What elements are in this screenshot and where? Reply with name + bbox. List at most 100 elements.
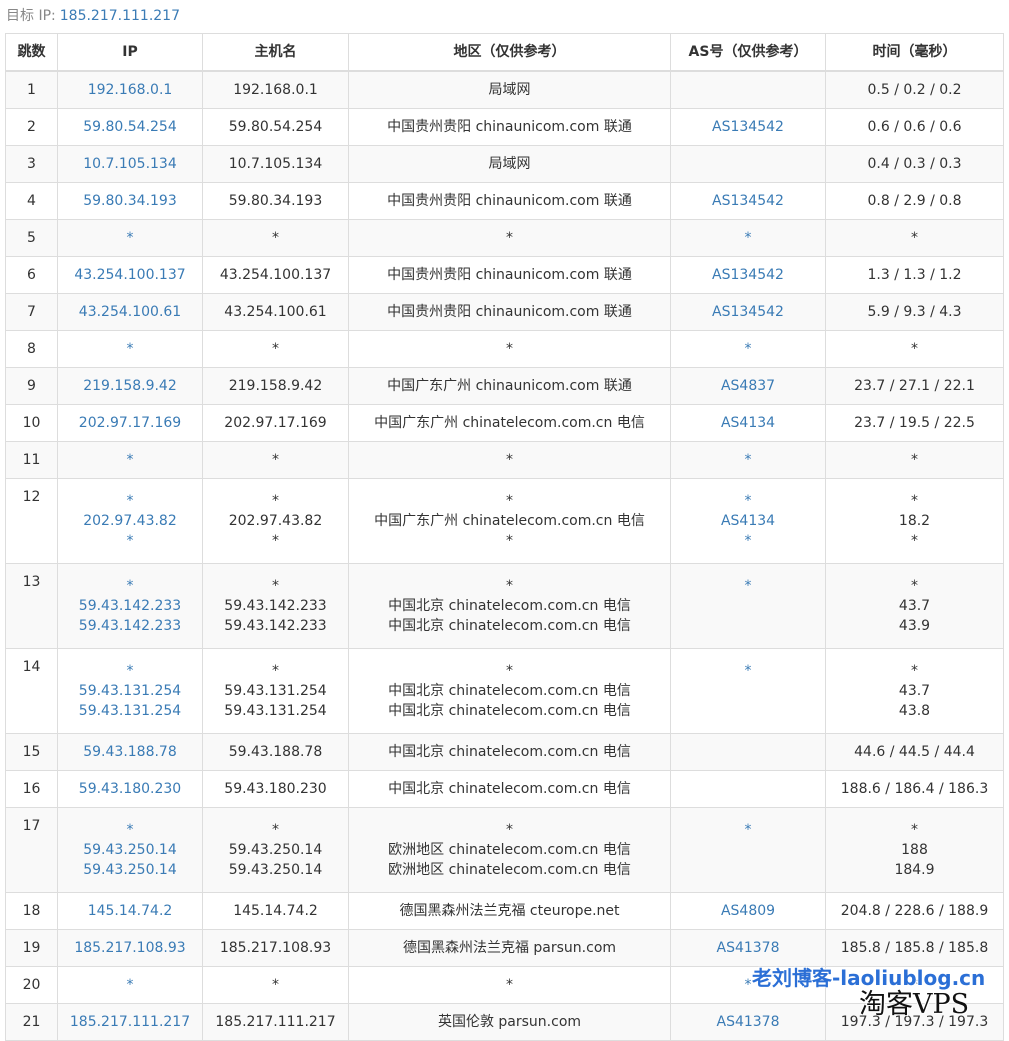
ip-cell: * 59.43.250.14 59.43.250.14 — [57, 807, 203, 893]
as-cell: * — [670, 441, 826, 479]
as-cell: AS41378 — [670, 929, 826, 967]
ip-link: * — [126, 452, 134, 468]
time-text: 23.7 / 19.5 / 22.5 — [854, 415, 975, 431]
ip-link[interactable]: 185.217.111.217 — [58, 1012, 202, 1032]
region-text: * — [506, 977, 513, 993]
region-text: * — [506, 533, 513, 549]
ip-link[interactable]: 10.7.105.134 — [58, 154, 202, 174]
ip-link[interactable]: 202.97.43.82 — [58, 511, 202, 531]
ip-link[interactable]: 59.43.142.233 — [58, 596, 202, 616]
hop-number-cell: 6 — [5, 256, 58, 294]
ip-cell: * — [57, 219, 203, 257]
as-link: * — [744, 663, 752, 679]
time-text: * — [911, 533, 918, 549]
ip-cell: 59.80.34.193 — [57, 182, 203, 220]
time-text: 43.7 — [898, 598, 931, 614]
ip-link[interactable]: 59.80.34.193 — [58, 191, 202, 211]
hostname-text: 59.43.188.78 — [228, 744, 323, 760]
ip-link: * — [126, 533, 134, 549]
as-link[interactable]: AS41378 — [671, 1012, 825, 1032]
ip-link[interactable]: 219.158.9.42 — [58, 376, 202, 396]
table-row: 13 * 59.43.142.233 59.43.142.233 * 59.43.142.… — [5, 563, 1004, 649]
ip-link: * — [126, 663, 134, 679]
region-text: 中国北京 chinatelecom.com.cn 电信 — [388, 618, 631, 634]
ip-link[interactable]: 202.97.17.169 — [58, 413, 202, 433]
hostname-text: 59.80.54.254 — [228, 119, 323, 135]
as-cell: * AS4134 * — [670, 478, 826, 564]
time-cell: * 18.2 * — [825, 478, 1004, 564]
hostname-text: 59.43.131.254 — [224, 683, 327, 699]
as-link[interactable]: AS4134 — [671, 413, 825, 433]
as-link[interactable]: AS4134 — [671, 511, 825, 531]
ip-link[interactable]: 59.43.250.14 — [58, 860, 202, 880]
time-text: 5.9 / 9.3 / 4.3 — [867, 304, 962, 320]
as-link[interactable]: AS41378 — [671, 938, 825, 958]
region-cell: 中国贵州贵阳 chinaunicom.com 联通 — [348, 293, 671, 331]
as-cell: * — [670, 807, 826, 893]
as-link: * — [744, 341, 752, 357]
ip-link[interactable]: 59.43.131.254 — [58, 681, 202, 701]
region-cell: 局域网 — [348, 70, 671, 109]
table-row: 14 * 59.43.131.254 59.43.131.254 * 59.43.131.… — [5, 648, 1004, 734]
table-row: 12 * 202.97.43.82 * * 202.97.43.82 * * 中国广东广州 ch… — [5, 478, 1004, 564]
ip-link[interactable]: 192.168.0.1 — [58, 80, 202, 100]
ip-link[interactable]: 43.254.100.61 — [58, 302, 202, 322]
table-row: 2 59.80.54.254 59.80.54.254 中国贵州贵阳 chinauni… — [5, 108, 1004, 146]
as-link[interactable]: AS134542 — [671, 302, 825, 322]
column-header-hostname: 主机名 — [202, 33, 349, 72]
hostname-text: * — [272, 822, 279, 838]
as-link[interactable]: AS134542 — [671, 265, 825, 285]
ip-link[interactable]: 43.254.100.137 — [58, 265, 202, 285]
hostname-text: * — [272, 230, 279, 246]
time-cell: 1.3 / 1.3 / 1.2 — [825, 256, 1004, 294]
region-cell: * — [348, 441, 671, 479]
hostname-text: 59.80.34.193 — [228, 193, 323, 209]
ip-cell: 185.217.108.93 — [57, 929, 203, 967]
time-cell: * — [825, 441, 1004, 479]
ip-link[interactable]: 145.14.74.2 — [58, 901, 202, 921]
hostname-cell: * 202.97.43.82 * — [202, 478, 349, 564]
hostname-text: 59.43.250.14 — [228, 842, 323, 858]
as-link[interactable]: AS4809 — [671, 901, 825, 921]
table-row: 10 202.97.17.169 202.97.17.169 中国广东广州 china… — [5, 404, 1004, 442]
time-cell: 23.7 / 19.5 / 22.5 — [825, 404, 1004, 442]
hostname-text: 202.97.43.82 — [228, 513, 323, 529]
ip-link[interactable]: 59.43.131.254 — [58, 701, 202, 721]
as-link — [671, 779, 825, 799]
as-link[interactable]: AS4837 — [671, 376, 825, 396]
hostname-cell: * — [202, 966, 349, 1004]
site-watermark: 淘客VPS — [859, 989, 970, 1020]
as-link — [671, 80, 825, 100]
hop-number-cell: 16 — [5, 770, 58, 808]
ip-link[interactable]: 59.43.180.230 — [58, 779, 202, 799]
as-cell: * — [670, 219, 826, 257]
ip-link[interactable]: 59.43.188.78 — [58, 742, 202, 762]
time-text: * — [911, 822, 918, 838]
time-cell: * 188 184.9 — [825, 807, 1004, 893]
region-text: 中国贵州贵阳 chinaunicom.com 联通 — [387, 193, 632, 209]
hostname-text: 219.158.9.42 — [228, 378, 323, 394]
ip-link[interactable]: 59.43.142.233 — [58, 616, 202, 636]
time-text: 43.9 — [898, 618, 931, 634]
ip-link[interactable]: 59.80.54.254 — [58, 117, 202, 137]
table-row: 3 10.7.105.134 10.7.105.134 局域网 0.4 / 0.3 /… — [5, 145, 1004, 183]
time-text: 1.3 / 1.3 / 1.2 — [867, 267, 962, 283]
ip-link[interactable]: 185.217.108.93 — [58, 938, 202, 958]
region-text: 中国广东广州 chinaunicom.com 联通 — [387, 378, 632, 394]
traceroute-table: 跳数 IP 主机名 地区（仅供参考） AS号（仅供参考） 时间（毫秒） 1 192… — [5, 33, 1004, 1041]
as-cell: * — [670, 563, 826, 649]
ip-link[interactable]: 59.43.250.14 — [58, 840, 202, 860]
hop-number-cell: 12 — [5, 478, 58, 564]
region-text: * — [506, 230, 513, 246]
time-text: 0.8 / 2.9 / 0.8 — [867, 193, 962, 209]
ip-cell: * 202.97.43.82 * — [57, 478, 203, 564]
region-cell: * 中国北京 chinatelecom.com.cn 电信 中国北京 chinate… — [348, 648, 671, 734]
time-text: 0.4 / 0.3 / 0.3 — [867, 156, 962, 172]
as-link[interactable]: AS134542 — [671, 117, 825, 137]
as-link: * — [744, 230, 752, 246]
as-link — [671, 701, 825, 721]
region-text: 中国北京 chinatelecom.com.cn 电信 — [388, 703, 631, 719]
as-link[interactable]: AS134542 — [671, 191, 825, 211]
region-cell: 中国广东广州 chinatelecom.com.cn 电信 — [348, 404, 671, 442]
region-text: * — [506, 493, 513, 509]
